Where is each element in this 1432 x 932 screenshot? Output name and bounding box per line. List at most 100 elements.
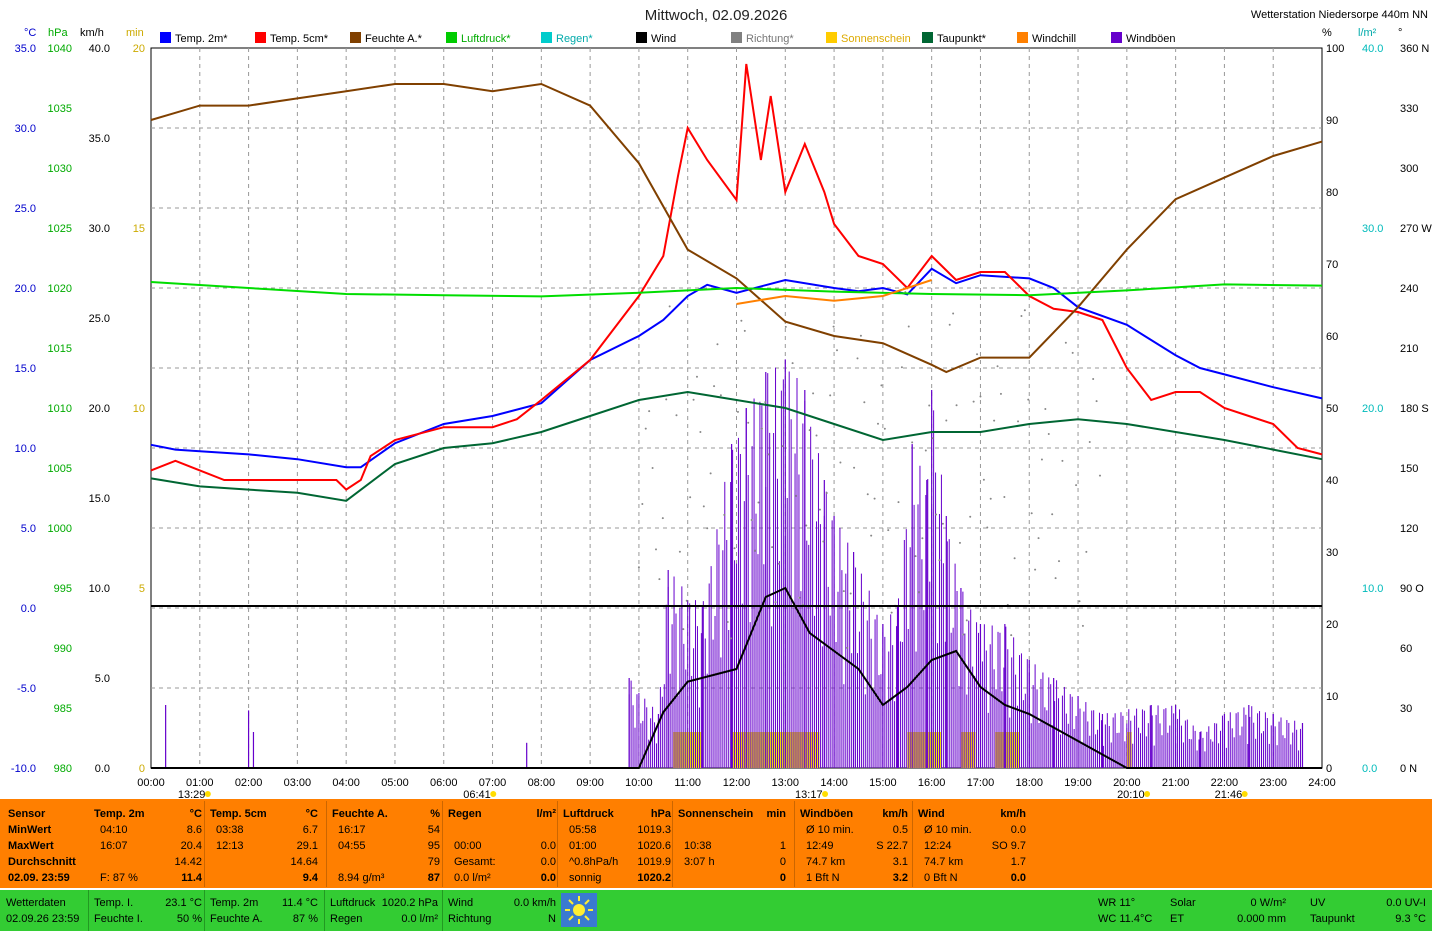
- cell-value: S 22.7: [876, 840, 908, 852]
- status-cell-label: Richtung: [448, 913, 492, 925]
- legend-label: Windchill: [1032, 33, 1076, 45]
- direction-dot: [1040, 458, 1043, 461]
- axis-tick-direction_deg: 210: [1400, 343, 1418, 355]
- legend-swatch: [1017, 32, 1028, 43]
- direction-dot: [846, 646, 849, 649]
- direction-dot: [654, 548, 657, 551]
- direction-dot: [658, 578, 661, 581]
- cell-label: 1 Bft N: [806, 872, 840, 884]
- status-cell-value: 0.0 UV-I: [1386, 897, 1426, 909]
- x-tick-label: 23:00: [1259, 777, 1287, 789]
- direction-dot: [979, 395, 982, 398]
- axis-tick-direction_deg: 120: [1400, 523, 1418, 535]
- row-label: MaxWert: [8, 840, 54, 852]
- unit-wind: km/h: [80, 27, 104, 39]
- axis-tick-wind_kmh: 30.0: [89, 223, 110, 235]
- direction-dot: [955, 404, 958, 407]
- direction-dot: [948, 323, 951, 326]
- x-tick-label: 04:00: [332, 777, 360, 789]
- axis-tick-direction_deg: 180 S: [1400, 403, 1429, 415]
- axis-tick-temp_c: 0.0: [21, 603, 36, 615]
- table-divider: [557, 801, 558, 887]
- axis-tick-sun_min: 5: [139, 583, 145, 595]
- cell-value: 29.1: [296, 840, 318, 852]
- cell-label: 04:55: [338, 840, 366, 852]
- direction-dot: [993, 419, 996, 422]
- axis-tick-direction_deg: 90 O: [1400, 583, 1424, 595]
- col-head: Luftdruck: [563, 808, 614, 820]
- col-head: Feuchte A.: [332, 808, 388, 820]
- axis-tick-humidity_pct: 90: [1326, 115, 1338, 127]
- direction-dot: [812, 392, 815, 395]
- direction-dot: [941, 522, 944, 525]
- axis-tick-temp_c: 15.0: [15, 363, 36, 375]
- direction-dot: [709, 472, 712, 475]
- direction-dot: [856, 357, 859, 360]
- direction-dot: [832, 325, 835, 328]
- direction-dot: [952, 312, 955, 315]
- axis-tick-pressure_hpa: 1005: [48, 463, 72, 475]
- direction-dot: [996, 365, 999, 368]
- axis-tick-pressure_hpa: 985: [54, 703, 72, 715]
- legend-label: Feuchte A.*: [365, 33, 423, 45]
- legend-swatch: [446, 32, 457, 43]
- axis-tick-wind_kmh: 10.0: [89, 583, 110, 595]
- col-unit: %: [430, 808, 440, 820]
- direction-dot: [1003, 496, 1006, 499]
- direction-dot: [982, 478, 985, 481]
- cell-value: 0.5: [892, 824, 908, 836]
- direction-dot: [931, 437, 934, 440]
- direction-dot: [798, 596, 801, 599]
- axis-tick-sun_min: 0: [139, 763, 145, 775]
- direction-dot: [921, 537, 924, 540]
- marker-sun-dot: [490, 791, 497, 797]
- status-cell-label: Solar: [1170, 897, 1196, 909]
- cell-value: SO 9.7: [991, 840, 1026, 852]
- cell-label: Ø 10 min.: [806, 824, 854, 836]
- direction-dot: [999, 392, 1002, 395]
- x-tick-label: 05:00: [381, 777, 409, 789]
- col-unit: min: [766, 808, 786, 820]
- direction-dot: [726, 621, 729, 624]
- axis-tick-temp_c: 20.0: [15, 283, 36, 295]
- direction-dot: [668, 305, 671, 308]
- direction-dot: [641, 502, 644, 505]
- axis-tick-humidity_pct: 50: [1326, 403, 1338, 415]
- status-cell-value: 23.1 °C: [165, 897, 202, 909]
- cell-label: 0.0 l/m²: [454, 872, 491, 884]
- cell-label: 00:00: [454, 840, 482, 852]
- direction-dot: [924, 449, 927, 452]
- cell-label: Ø 10 min.: [924, 824, 972, 836]
- chart-legend: Temp. 2m* Temp. 5cm* Feuchte A.* Luftdruck*…: [160, 32, 1176, 45]
- status-label: Wetterdaten: [6, 897, 66, 909]
- status-divider: [88, 890, 89, 931]
- direction-dot: [757, 501, 760, 504]
- cell-value: 20.4: [180, 840, 202, 852]
- axis-tick-humidity_pct: 60: [1326, 331, 1338, 343]
- axis-tick-pressure_hpa: 995: [54, 583, 72, 595]
- x-tick-label: 16:00: [918, 777, 946, 789]
- unit-temp: °C: [24, 27, 36, 39]
- direction-dot: [849, 592, 852, 595]
- direction-dot: [1051, 513, 1054, 516]
- axis-tick-humidity_pct: 0: [1326, 763, 1332, 775]
- cell-label: 05:58: [569, 824, 597, 836]
- axis-tick-humidity_pct: 40: [1326, 475, 1338, 487]
- direction-dot: [1088, 441, 1091, 444]
- x-tick-label: 12:00: [723, 777, 751, 789]
- station-name: Wetterstation Niedersorpe 440m NN: [1251, 9, 1428, 21]
- axis-tick-sun_min: 20: [133, 43, 145, 55]
- cell-label: 3:07 h: [684, 856, 715, 868]
- status-cell-value: 0.0 l/m²: [401, 913, 438, 925]
- legend-swatch: [1111, 32, 1122, 43]
- status-cell-label: Luftdruck: [330, 897, 376, 909]
- cell-label: F: 87 %: [100, 872, 138, 884]
- direction-dot: [839, 461, 842, 464]
- direction-dot: [685, 599, 688, 602]
- col-head: Temp. 5cm: [210, 808, 267, 820]
- cell-value: 95: [427, 840, 440, 852]
- legend-label: Taupunkt*: [937, 33, 987, 45]
- direction-dot: [760, 427, 763, 430]
- direction-dot: [962, 633, 965, 636]
- cell-value: 0: [779, 856, 786, 868]
